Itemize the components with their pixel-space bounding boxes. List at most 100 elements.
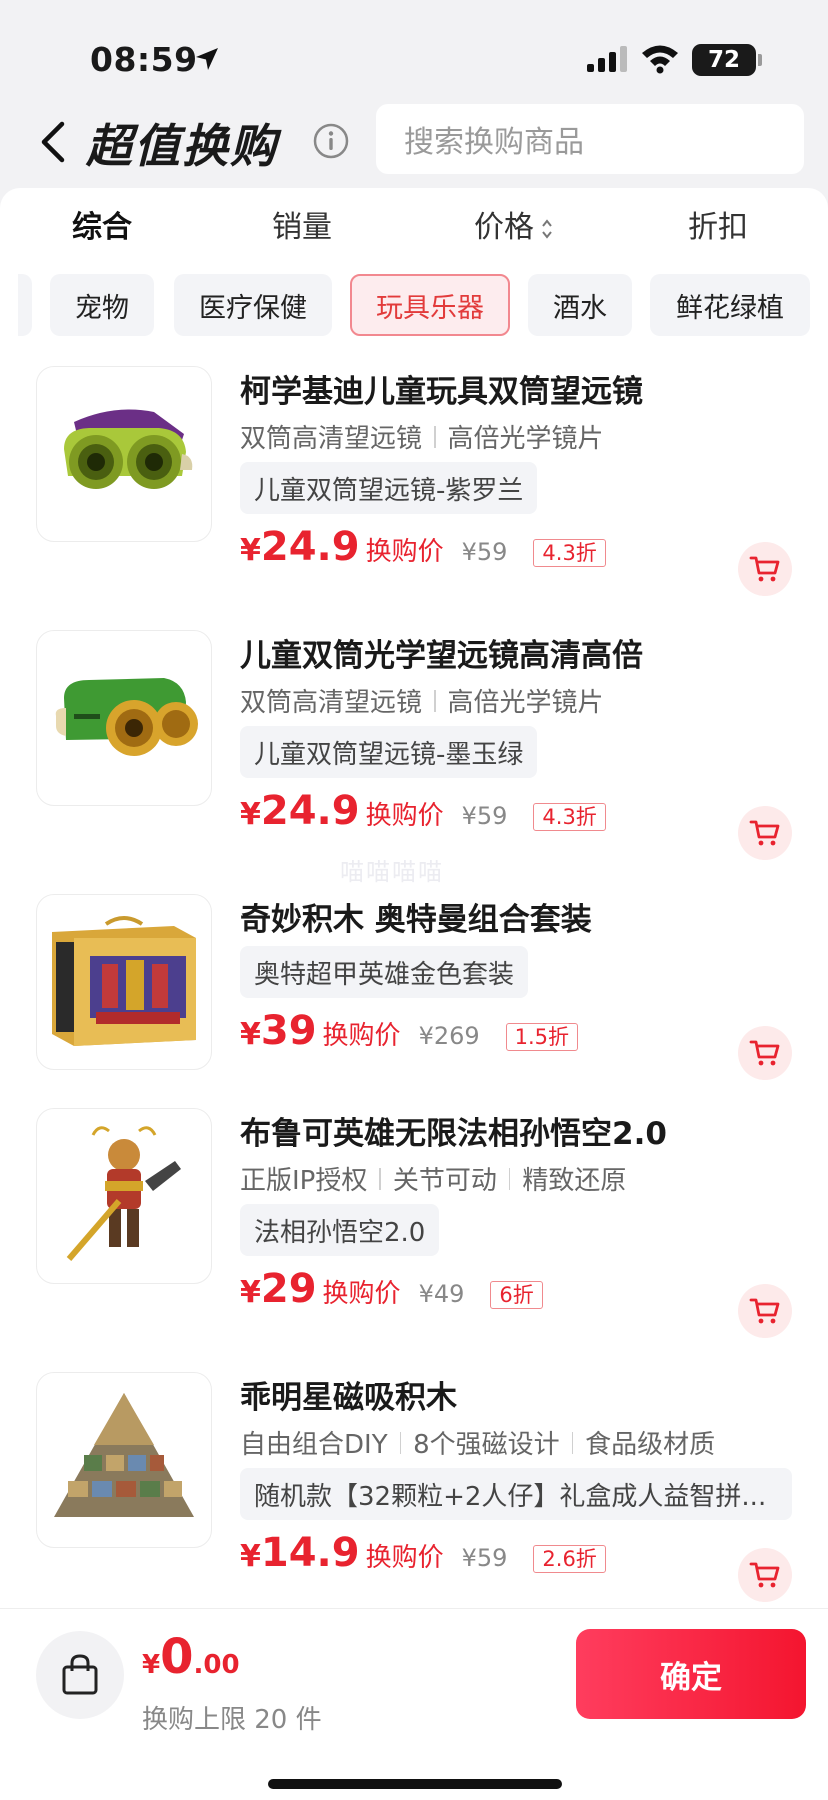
exchange-price: 14.9 xyxy=(260,1530,360,1576)
feature-tag: 关节可动 xyxy=(392,1166,497,1196)
bottom-bar: ¥0.00 换购上限 20 件 确定 xyxy=(0,1608,828,1800)
product-features: 正版IP授权 关节可动 精致还原 xyxy=(240,1160,626,1197)
product-image-monkey-king-figure[interactable] xyxy=(36,1108,212,1284)
currency-symbol: ¥ xyxy=(240,797,261,832)
feature-divider xyxy=(434,425,436,448)
currency-symbol: ¥ xyxy=(240,533,261,568)
add-to-cart-button[interactable] xyxy=(738,1026,792,1080)
discount-badge: 1.5折 xyxy=(505,1023,579,1051)
search-input[interactable]: 搜索换购商品 xyxy=(376,104,804,174)
watermark: 喵喵喵喵 xyxy=(340,858,444,886)
currency-symbol: ¥ xyxy=(240,1017,261,1052)
exchange-price: 29 xyxy=(260,1266,317,1312)
sort-sales[interactable]: 销量 xyxy=(272,202,332,246)
product-features: 双筒高清望远镜 高倍光学镜片 xyxy=(240,418,604,455)
variant-selector[interactable]: 随机款【32颗粒+2人仔】礼盒成人益智拼... xyxy=(240,1468,792,1520)
feature-tag: 自由组合DIY xyxy=(240,1430,388,1460)
sort-toggle-icon xyxy=(542,218,552,239)
product-title[interactable]: 儿童双筒光学望远镜高清高倍 xyxy=(240,630,643,675)
add-to-cart-button[interactable] xyxy=(738,542,792,596)
feature-tag: 双筒高清望远镜 xyxy=(240,688,423,718)
toy-box-image xyxy=(52,916,196,1046)
price-label: 换购价 xyxy=(365,1543,444,1573)
price-row: ¥ 24.9 换购价 ¥59 4.3折 xyxy=(240,524,606,570)
exchange-price: 24.9 xyxy=(260,788,360,834)
price-row: ¥ 39 换购价 ¥269 1.5折 xyxy=(240,1008,579,1054)
info-icon[interactable] xyxy=(312,122,350,160)
feature-divider xyxy=(399,1431,402,1454)
home-indicator[interactable] xyxy=(268,1779,562,1789)
discount-badge: 4.3折 xyxy=(533,539,606,567)
sort-bar: 综合 销量 价格 折扣 xyxy=(0,188,828,258)
product-title[interactable]: 乖明星磁吸积木 xyxy=(240,1372,457,1417)
discount-badge: 4.3折 xyxy=(533,803,606,831)
binoculars-image xyxy=(64,409,193,489)
cart-summary-button[interactable] xyxy=(36,1631,124,1719)
product-image-magnetic-blocks[interactable] xyxy=(36,1372,212,1548)
battery-indicator: 72 xyxy=(692,44,762,76)
discount-badge: 6折 xyxy=(490,1281,543,1309)
original-price: ¥59 xyxy=(461,1544,508,1572)
price-row: ¥ 24.9 换购价 ¥59 4.3折 xyxy=(240,788,606,834)
back-chevron-icon[interactable] xyxy=(36,118,70,166)
exchange-price: 24.9 xyxy=(260,524,360,570)
product-title[interactable]: 布鲁可英雄无限法相孙悟空2.0 xyxy=(240,1108,667,1153)
product-features: 双筒高清望远镜 高倍光学镜片 xyxy=(240,682,604,719)
currency-symbol: ¥ xyxy=(240,1275,261,1310)
page-title: 超值换购 xyxy=(86,119,278,173)
price-label: 换购价 xyxy=(365,801,444,831)
add-to-cart-button[interactable] xyxy=(738,1284,792,1338)
feature-divider xyxy=(434,689,436,712)
wifi-icon xyxy=(642,45,678,74)
total-currency: ¥ xyxy=(142,1650,161,1680)
feature-tag: 高倍光学镜片 xyxy=(447,688,604,718)
sort-discount[interactable]: 折扣 xyxy=(688,202,748,246)
feature-divider xyxy=(508,1167,511,1190)
variant-selector[interactable]: 法相孙悟空2.0 xyxy=(240,1204,440,1256)
category-healthcare[interactable]: 医疗保健 xyxy=(174,274,332,336)
total-integer: 0 xyxy=(160,1629,194,1685)
search-placeholder: 搜索换购商品 xyxy=(404,125,584,160)
status-bar: 08:59 72 xyxy=(0,0,828,100)
figure-image xyxy=(66,1126,181,1261)
sort-price-label: 价格 xyxy=(474,210,534,245)
price-row: ¥ 29 换购价 ¥49 6折 xyxy=(240,1266,543,1312)
cart-icon xyxy=(749,820,780,846)
cart-icon xyxy=(749,1040,780,1066)
product-sheet: 综合 销量 价格 折扣 宠物 医疗保健 玩具乐器 酒水 鲜花绿植 柯学基迪儿童玩… xyxy=(0,188,828,1608)
feature-tag: 精致还原 xyxy=(522,1166,627,1196)
discount-badge: 2.6折 xyxy=(533,1545,606,1573)
sort-comprehensive[interactable]: 综合 xyxy=(72,202,132,246)
shopping-bag-icon xyxy=(62,1654,98,1695)
total-decimal: .00 xyxy=(193,1650,240,1680)
confirm-button[interactable]: 确定 xyxy=(576,1629,806,1719)
original-price: ¥49 xyxy=(418,1280,465,1308)
category-toys[interactable]: 玩具乐器 xyxy=(350,274,510,336)
add-to-cart-button[interactable] xyxy=(738,806,792,860)
price-row: ¥ 14.9 换购价 ¥59 2.6折 xyxy=(240,1530,606,1576)
cart-icon xyxy=(749,1562,780,1588)
original-price: ¥59 xyxy=(461,802,508,830)
product-title[interactable]: 柯学基迪儿童玩具双筒望远镜 xyxy=(240,366,643,411)
product-image-building-blocks-box[interactable] xyxy=(36,894,212,1070)
product-image-binoculars-purple[interactable] xyxy=(36,366,212,542)
binoculars-image xyxy=(55,678,198,756)
category-partial-tab[interactable] xyxy=(18,274,32,336)
variant-selector[interactable]: 儿童双筒望远镜-紫罗兰 xyxy=(240,462,538,514)
add-to-cart-button[interactable] xyxy=(738,1548,792,1602)
feature-tag: 8个强磁设计 xyxy=(413,1430,560,1460)
block-pyramid-image xyxy=(54,1393,194,1517)
header: 超值换购 搜索换购商品 xyxy=(0,100,828,188)
cellular-signal-icon xyxy=(587,46,627,72)
cart-icon xyxy=(749,556,780,582)
location-arrow-icon xyxy=(196,48,218,70)
variant-selector[interactable]: 儿童双筒望远镜-墨玉绿 xyxy=(240,726,538,778)
variant-selector[interactable]: 奥特超甲英雄金色套装 xyxy=(240,946,529,998)
category-flowers[interactable]: 鲜花绿植 xyxy=(650,274,810,336)
product-title[interactable]: 奇妙积木 奥特曼组合套装 xyxy=(240,894,592,939)
sort-price[interactable]: 价格 xyxy=(474,202,554,246)
category-drinks[interactable]: 酒水 xyxy=(528,274,632,336)
price-label: 换购价 xyxy=(365,537,444,567)
product-image-binoculars-green[interactable] xyxy=(36,630,212,806)
category-pets[interactable]: 宠物 xyxy=(50,274,154,336)
